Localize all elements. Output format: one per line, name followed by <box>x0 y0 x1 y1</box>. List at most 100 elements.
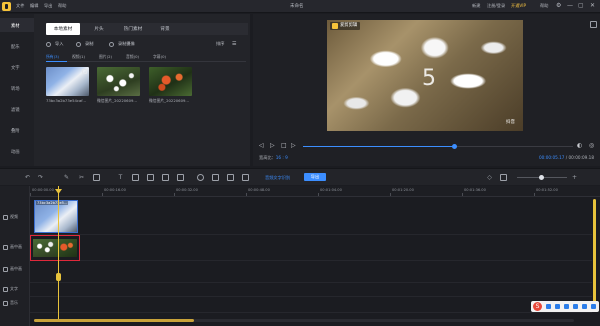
sidebar-item-transition[interactable]: 转场 <box>0 81 34 95</box>
speed-icon[interactable] <box>197 174 204 181</box>
new-project-link[interactable]: 新建 <box>472 3 480 9</box>
fullscreen-icon[interactable] <box>590 21 597 28</box>
zoom-in-icon[interactable]: + <box>571 174 578 181</box>
horizontal-scroll-thumb[interactable] <box>34 319 194 322</box>
text-track[interactable] <box>30 283 592 297</box>
preview-overlay-number: 5 <box>422 66 436 91</box>
media-thumb-image-2[interactable] <box>149 67 192 96</box>
ime-keyboard-icon[interactable] <box>573 304 578 309</box>
ime-punct-icon[interactable] <box>555 304 560 309</box>
color-icon[interactable] <box>227 174 234 181</box>
record-camera-label[interactable]: 录制摄像 <box>118 41 135 47</box>
type-filters: 所有(3) 视频(1) 图片(2) 音频(0) 字幕(0) <box>46 54 246 61</box>
menu-edit[interactable]: 编辑 <box>30 3 38 9</box>
filter-all[interactable]: 所有(3) <box>46 54 59 60</box>
play-icon[interactable]: ▷ <box>270 142 275 150</box>
list-view-icon[interactable]: ☰ <box>232 41 236 47</box>
export-button[interactable]: 导出 <box>304 173 326 181</box>
record-camera-button[interactable] <box>109 41 114 47</box>
media-thumb-video[interactable] <box>46 67 89 96</box>
ruler-tick-label: 00:00:32.00 <box>176 188 198 192</box>
sidebar-item-filter[interactable]: 滤镜 <box>0 102 34 116</box>
sidebar-item-text[interactable]: 文字 <box>0 60 34 74</box>
minimize-icon[interactable]: — <box>567 2 573 10</box>
filter-subtitle[interactable]: 字幕(0) <box>153 54 166 60</box>
filter-image[interactable]: 图片(2) <box>99 54 112 60</box>
prev-frame-icon[interactable]: ◁ <box>259 142 264 150</box>
close-icon[interactable]: ✕ <box>590 2 595 10</box>
redo-icon[interactable]: ↷ <box>37 174 44 181</box>
import-label[interactable]: 导入 <box>55 41 63 47</box>
tab-local-material[interactable]: 本地素材 <box>46 23 80 35</box>
maximize-icon[interactable]: ▢ <box>578 2 584 10</box>
video-clip-label: 73bc3a2b73e5... <box>36 201 69 205</box>
playhead-line[interactable] <box>58 186 59 322</box>
zoom-slider-knob[interactable] <box>539 175 544 180</box>
ruler-tick-label: 00:01:36.00 <box>464 188 486 192</box>
sort-button[interactable]: 排序 <box>216 41 224 47</box>
video-track-icon <box>3 214 8 220</box>
ruler-tick-mark <box>174 193 175 196</box>
audio-text-recognition-link[interactable]: 音频文字识别 <box>265 175 290 181</box>
music-track[interactable] <box>30 297 592 313</box>
tab-hot-material[interactable]: 热门素材 <box>116 23 150 35</box>
crop-icon[interactable] <box>132 174 139 181</box>
sidebar-item-material[interactable]: 素材 <box>0 18 34 32</box>
import-button[interactable] <box>46 41 51 47</box>
volume-icon[interactable]: ◐ <box>577 142 582 150</box>
menu-file[interactable]: 文件 <box>16 3 24 9</box>
next-frame-icon[interactable]: ▷ <box>291 142 296 150</box>
ime-menu-icon[interactable] <box>591 304 596 309</box>
help-link[interactable]: 帮助 <box>540 3 548 9</box>
fit-icon[interactable] <box>162 174 169 181</box>
record-label[interactable]: 录制 <box>85 41 93 47</box>
sidebar-item-music[interactable]: 配乐 <box>0 39 34 53</box>
undo-icon[interactable]: ↶ <box>24 174 31 181</box>
snapshot-icon[interactable]: ◎ <box>589 142 594 150</box>
stop-icon[interactable]: □ <box>281 142 287 150</box>
split-icon[interactable]: ✂ <box>78 174 85 181</box>
filter-video[interactable]: 视频(1) <box>72 54 85 60</box>
sidebar-item-overlay[interactable]: 叠附 <box>0 123 34 137</box>
text-icon[interactable]: T <box>117 174 124 181</box>
vertical-scrollbar[interactable] <box>593 199 596 311</box>
ruler-tick-mark <box>246 193 247 196</box>
video-preview[interactable]: 爱剪剪辑 5 抖音 <box>327 20 523 131</box>
title-bar: 文件 编辑 导出 帮助 未命名 新建 注册/登录 开通VIP 帮助 ⚙ — ▢ … <box>0 0 600 13</box>
record-button[interactable] <box>76 41 81 47</box>
video-clip[interactable]: 73bc3a2b73e5... <box>34 200 78 233</box>
tab-intro[interactable]: 片头 <box>86 23 112 35</box>
progress-handle[interactable] <box>452 144 458 149</box>
aspect-ratio[interactable]: 宽高比：16 : 9 <box>259 155 288 161</box>
freeze-icon[interactable] <box>147 174 154 181</box>
pip-track-icon <box>3 266 8 272</box>
delete-icon[interactable] <box>93 174 100 181</box>
vip-link[interactable]: 开通VIP <box>511 3 526 9</box>
mosaic-icon[interactable] <box>177 174 184 181</box>
edit-icon[interactable]: ✎ <box>63 174 70 181</box>
ime-mic-icon[interactable] <box>564 304 569 309</box>
edit-toolbar: ↶ ↷ ✎ ✂ T 音频文字识别 导出 ◇ + <box>0 168 600 185</box>
rotate-icon[interactable] <box>212 174 219 181</box>
audio-icon[interactable] <box>242 174 249 181</box>
zoom-fit-icon[interactable] <box>500 174 507 181</box>
pip-track-2[interactable] <box>30 261 592 283</box>
shield-icon[interactable]: ◇ <box>486 174 493 181</box>
playhead-marker[interactable] <box>56 273 61 281</box>
sidebar-item-animation[interactable]: 动画 <box>0 144 34 158</box>
settings-icon[interactable]: ⚙ <box>556 2 561 10</box>
timeline-ruler[interactable]: 00:00:00.00 00:00:16.00 00:00:32.00 00:00:4… <box>30 186 600 197</box>
filter-audio[interactable]: 音频(0) <box>126 54 139 60</box>
media-thumb-image-1[interactable] <box>97 67 140 96</box>
ime-lang-icon[interactable] <box>546 304 551 309</box>
tab-background[interactable]: 背景 <box>154 23 176 35</box>
menu-help[interactable]: 帮助 <box>58 3 66 9</box>
ruler-tick-mark <box>30 193 31 196</box>
track-label-text: 文字 <box>3 286 18 292</box>
video-track[interactable]: 73bc3a2b73e5... <box>30 197 592 235</box>
login-link[interactable]: 注册/登录 <box>487 3 505 9</box>
pip-track-1[interactable] <box>30 235 592 261</box>
menu-export[interactable]: 导出 <box>44 3 52 9</box>
ime-skin-icon[interactable] <box>582 304 587 309</box>
ime-toolbar[interactable]: S <box>531 301 599 312</box>
